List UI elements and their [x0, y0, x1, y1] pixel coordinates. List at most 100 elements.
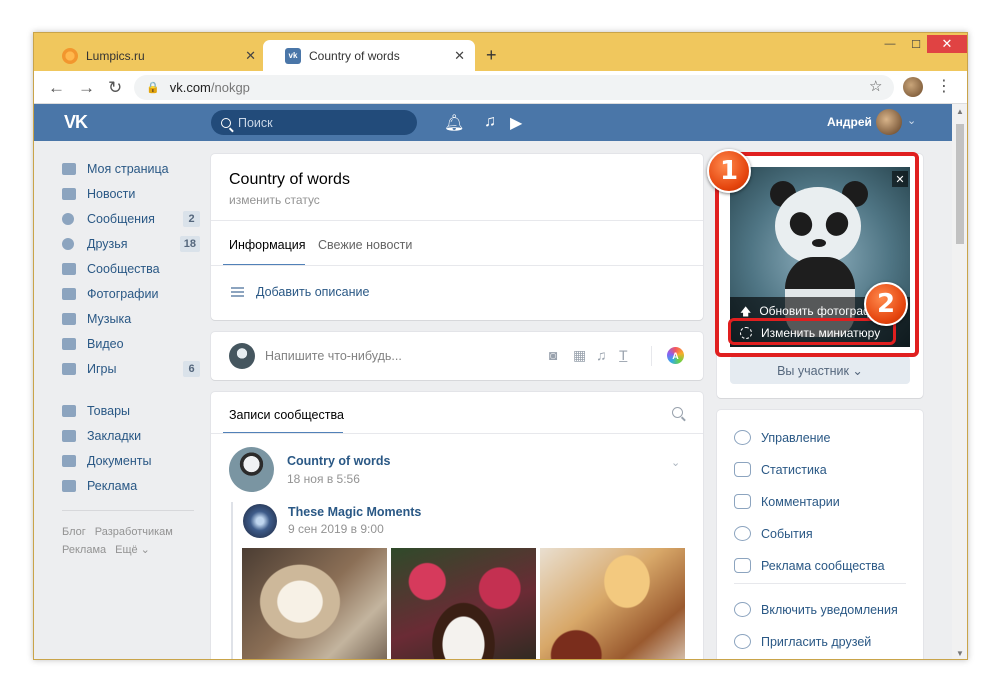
scroll-up-icon[interactable]: ▲: [956, 107, 964, 116]
manage-label: События: [761, 526, 813, 541]
vk-search-box[interactable]: [211, 110, 417, 135]
change-status-link[interactable]: изменить статус: [229, 193, 320, 207]
menu-item-goods[interactable]: Товары: [62, 398, 202, 423]
menu-label: Документы: [87, 453, 152, 468]
repost-author[interactable]: These Magic Moments: [288, 505, 421, 519]
post-date[interactable]: 18 ноя в 5:56: [287, 472, 360, 486]
film-icon[interactable]: ▦: [573, 347, 588, 363]
scroll-down-icon[interactable]: ▼: [956, 649, 964, 658]
tab-country-of-words[interactable]: vk Country of words ✕: [263, 40, 475, 71]
menu-item-photos[interactable]: Фотографии: [62, 281, 202, 306]
member-button[interactable]: Вы участник ⌄: [730, 356, 910, 384]
post-photo[interactable]: [242, 548, 387, 659]
close-window-button[interactable]: ✕: [927, 35, 967, 53]
star-icon: [62, 429, 76, 442]
manage-item-statistics[interactable]: Статистика: [734, 462, 827, 477]
wall-title[interactable]: Записи сообщества: [229, 408, 344, 422]
comment-icon: [734, 494, 751, 509]
address-bar: ← → ↻ 🔒 vk.com/nokgp ☆ ⋮: [34, 71, 967, 104]
menu-label: Товары: [87, 403, 130, 418]
url-path: /nokgp: [210, 80, 250, 95]
new-tab-button[interactable]: +: [486, 45, 497, 66]
close-tab-icon[interactable]: ✕: [245, 48, 256, 64]
manage-label: Статистика: [761, 462, 827, 477]
tab-lumpics[interactable]: Lumpics.ru ✕: [40, 40, 266, 71]
footer-link-more[interactable]: Ещё ⌄: [115, 544, 150, 556]
lock-icon: 🔒: [146, 82, 160, 94]
vk-logo[interactable]: VK: [64, 112, 88, 133]
page-title: Country of words: [229, 171, 350, 188]
menu-item-friends[interactable]: Друзья 18: [62, 231, 202, 256]
play-icon[interactable]: ▶: [510, 113, 522, 133]
manage-item-management[interactable]: Управление: [734, 430, 831, 445]
back-icon[interactable]: ←: [48, 78, 65, 98]
friends-badge: 18: [179, 236, 200, 252]
add-description-label: Добавить описание: [256, 285, 370, 299]
menu-item-games[interactable]: Игры 6: [62, 356, 202, 381]
chevron-down-icon[interactable]: ⌄: [671, 456, 680, 469]
bookmark-star-icon[interactable]: ☆: [869, 77, 882, 95]
post-author[interactable]: Country of words: [287, 454, 390, 468]
maximize-button[interactable]: ☐: [902, 35, 930, 53]
footer-link-ads[interactable]: Реклама: [62, 544, 106, 556]
music-icon[interactable]: ♫: [484, 113, 496, 131]
tab-fresh-news[interactable]: Свежие новости: [318, 238, 412, 252]
gamepad-icon: [62, 362, 76, 375]
menu-label: Сообщества: [87, 261, 160, 276]
url-input[interactable]: 🔒 vk.com/nokgp: [134, 75, 894, 100]
chevron-down-icon[interactable]: ⌄: [907, 114, 916, 127]
avatar[interactable]: [229, 447, 274, 492]
post-photo[interactable]: [540, 548, 685, 659]
camera-icon[interactable]: ◙: [549, 347, 564, 363]
manage-item-events[interactable]: События: [734, 526, 813, 541]
avatar[interactable]: [243, 504, 277, 538]
music-note-icon[interactable]: ♫: [596, 347, 611, 363]
menu-item-documents[interactable]: Документы: [62, 448, 202, 473]
url-host: vk.com: [169, 80, 211, 95]
user-avatar[interactable]: [876, 109, 902, 135]
manage-item-ads[interactable]: Реклама сообщества: [734, 558, 885, 573]
profile-avatar-icon[interactable]: [903, 77, 923, 97]
tab-information[interactable]: Информация: [229, 238, 306, 252]
forward-icon[interactable]: →: [78, 78, 95, 98]
user-name[interactable]: Андрей: [827, 115, 872, 129]
menu-item-communities[interactable]: Сообщества: [62, 256, 202, 281]
manage-label: Пригласить друзей: [761, 634, 872, 649]
search-icon[interactable]: [672, 407, 683, 418]
text-format-icon[interactable]: T̲: [619, 347, 634, 363]
scrollbar[interactable]: ▲ ▼: [952, 104, 967, 659]
menu-item-bookmarks[interactable]: Закладки: [62, 423, 202, 448]
menu-label: Моя страница: [87, 161, 169, 176]
manage-label: Реклама сообщества: [761, 558, 885, 573]
add-description-link[interactable]: Добавить описание: [231, 285, 369, 299]
tab-title: Lumpics.ru: [86, 48, 145, 63]
menu-item-my-page[interactable]: Моя страница: [62, 156, 202, 181]
search-input[interactable]: [238, 115, 398, 130]
menu-item-messages[interactable]: Сообщения 2: [62, 206, 202, 231]
messages-badge: 2: [183, 211, 200, 227]
manage-item-notifications[interactable]: Включить уведомления: [734, 602, 898, 617]
tab-title: Country of words: [309, 48, 400, 63]
menu-item-ads[interactable]: Реклама: [62, 473, 202, 498]
close-tab-icon[interactable]: ✕: [454, 48, 465, 64]
minimize-button[interactable]: —: [876, 35, 904, 53]
manage-item-comments[interactable]: Комментарии: [734, 494, 840, 509]
post-input[interactable]: Напишите что-нибудь...: [265, 349, 402, 363]
footer-link-blog[interactable]: Блог: [62, 526, 86, 538]
repost-date[interactable]: 9 сен 2019 в 9:00: [288, 522, 384, 536]
bell-icon[interactable]: 🔔︎: [444, 113, 464, 133]
post-photo[interactable]: [391, 548, 536, 659]
annotation-step-2: 2: [864, 282, 908, 326]
menu-label: Музыка: [87, 311, 132, 326]
post-composer: Напишите что-нибудь... ◙ ▦ ♫ T̲ A: [211, 332, 703, 380]
manage-item-invite[interactable]: Пригласить друзей: [734, 634, 871, 649]
scroll-thumb[interactable]: [956, 124, 964, 244]
menu-item-video[interactable]: Видео: [62, 331, 202, 356]
reload-icon[interactable]: ↻: [108, 78, 122, 98]
footer-link-dev[interactable]: Разработчикам: [95, 526, 173, 538]
browser-menu-icon[interactable]: ⋮: [936, 76, 952, 96]
menu-item-music[interactable]: Музыка: [62, 306, 202, 331]
bell-icon: [734, 602, 751, 617]
color-post-icon[interactable]: A: [667, 347, 684, 364]
menu-item-news[interactable]: Новости: [62, 181, 202, 206]
